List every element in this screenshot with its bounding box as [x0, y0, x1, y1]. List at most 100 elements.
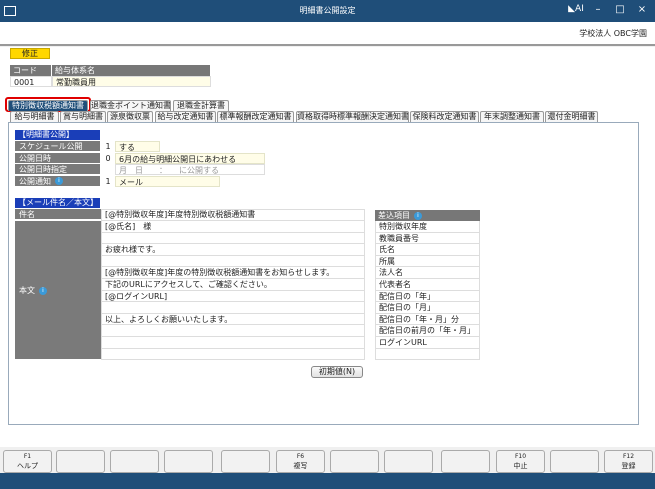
body-line-10[interactable]	[101, 337, 365, 349]
info-icon[interactable]: i	[39, 286, 47, 295]
fkey-number: F1	[23, 453, 32, 460]
insert-item-9[interactable]: 配信日の前月の「年・月」	[375, 325, 480, 337]
body-line-4[interactable]: [@特別徴収年度]年度の特別徴収税額通知書をお知らせします。	[101, 267, 365, 279]
fkey-number	[57, 452, 104, 461]
fkey-number	[165, 452, 212, 461]
publish-label-1: 公開日時	[15, 152, 100, 164]
fkey-11[interactable]	[550, 450, 599, 473]
insert-item-7[interactable]: 配信日の「月」	[375, 302, 480, 314]
insert-item-5[interactable]: 代表者名	[375, 279, 480, 291]
publish-section-header: 【明細書公開】	[15, 130, 100, 140]
publish-code-3[interactable]: 1	[101, 176, 115, 187]
fkey-number	[331, 452, 378, 461]
fkey-5[interactable]	[221, 450, 270, 473]
subject-input[interactable]: [@特別徴収年度]年度特別徴収税額通知書	[101, 209, 365, 221]
fkey-number: F12	[622, 453, 635, 460]
fkey-number	[222, 452, 269, 461]
info-icon[interactable]: i	[414, 211, 422, 220]
window-title: 明細書公開設定	[299, 6, 356, 15]
publish-value-3[interactable]: メール	[115, 175, 220, 187]
publish-code-2[interactable]	[101, 164, 115, 175]
fkey-number: F6	[296, 453, 305, 460]
label-text: 公開通知	[19, 176, 51, 186]
reset-default-button[interactable]: 初期値(N)	[311, 366, 363, 378]
insert-item-8[interactable]: 配信日の「年・月」分	[375, 313, 480, 326]
tab-row2-0[interactable]: 給与明細書	[10, 111, 59, 122]
insert-item-0[interactable]: 特別徴収年度	[375, 221, 480, 233]
fkey-6[interactable]: F6 複写	[276, 450, 325, 473]
insert-item-10[interactable]: ログインURL	[375, 337, 480, 349]
insert-item-2[interactable]: 氏名	[375, 244, 480, 256]
body-line-8[interactable]: 以上、よろしくお願いいたします。	[101, 313, 365, 326]
publish-label-2: 公開日時指定	[15, 164, 100, 175]
fkey-number	[442, 452, 489, 461]
tab-row2-1[interactable]: 賞与明細書	[60, 111, 106, 122]
tab-row2-7[interactable]: 年末調整通知書	[480, 111, 544, 122]
insert-item-4[interactable]: 法人名	[375, 267, 480, 279]
status-bar	[0, 473, 655, 489]
insert-item-6[interactable]: 配信日の「年」	[375, 290, 480, 303]
insert-item-11[interactable]	[375, 348, 480, 361]
body-line-3[interactable]	[101, 255, 365, 268]
maximize-button[interactable]: □	[612, 4, 628, 15]
fkey-2[interactable]	[56, 450, 105, 473]
body-line-2[interactable]: お疲れ様です。	[101, 244, 365, 256]
tab-row1-0[interactable]: 特別徴収税額通知書	[8, 100, 88, 111]
fkey-1[interactable]: F1 ヘルプ	[3, 450, 52, 473]
publish-value-1[interactable]: 6月の給与明細公開日にあわせる	[115, 152, 265, 164]
body-line-6[interactable]: [@ログインURL]	[101, 290, 365, 303]
fkey-12[interactable]: F12 登録	[604, 450, 653, 473]
info-icon[interactable]: i	[55, 177, 63, 185]
publish-code-1[interactable]: 0	[101, 153, 115, 164]
tab-row2-6[interactable]: 保険料改定通知書	[410, 111, 479, 122]
insert-items-header: 差込項目 i	[375, 210, 480, 221]
publish-value-0[interactable]: する	[115, 141, 160, 152]
tab-row2-5[interactable]: 資格取得時標準報酬決定通知書	[296, 111, 409, 122]
title-bar: 明細書公開設定 ◣AI – □ ×	[0, 0, 655, 22]
fkey-label: 複写	[293, 462, 308, 470]
organization-name: 学校法人 OBC学園	[579, 29, 647, 38]
fkey-number	[551, 452, 598, 461]
body-label: 本文 i	[15, 221, 101, 360]
fkey-9[interactable]	[441, 450, 490, 473]
body-line-5[interactable]: 下記のURLにアクセスして、ご確認ください。	[101, 279, 365, 291]
name-header: 給与体系名	[52, 65, 211, 76]
fkey-4[interactable]	[164, 450, 213, 473]
insert-item-3[interactable]: 所属	[375, 255, 480, 268]
minimize-button[interactable]: –	[590, 4, 606, 15]
close-button[interactable]: ×	[634, 4, 650, 15]
subject-label: 件名	[15, 209, 101, 220]
fkey-label: 中止	[513, 462, 528, 470]
fkey-label: ヘルプ	[17, 462, 38, 470]
publish-code-0[interactable]: 1	[101, 141, 115, 152]
fkey-number: F10	[514, 453, 527, 460]
header: 学校法人 OBC学園	[0, 22, 655, 46]
publish-value-2[interactable]: 月 日 ： に公開する	[115, 164, 265, 175]
fkey-8[interactable]	[384, 450, 433, 473]
tab-row1-2[interactable]: 退職金計算書	[173, 100, 229, 111]
body-line-11[interactable]	[101, 348, 365, 361]
insert-item-1[interactable]: 教職員番号	[375, 232, 480, 245]
fkey-7[interactable]	[330, 450, 379, 473]
tab-row2-4[interactable]: 標準報酬改定通知書	[217, 111, 294, 122]
insert-items-header-text: 差込項目	[378, 211, 410, 220]
tab-row2-3[interactable]: 給与改定通知書	[155, 111, 216, 122]
tab-row2-8[interactable]: 還付金明細書	[545, 111, 598, 122]
body-line-7[interactable]	[101, 302, 365, 314]
body-line-1[interactable]	[101, 232, 365, 245]
ai-logo-icon[interactable]: ◣AI	[568, 4, 584, 14]
fkey-number	[385, 452, 432, 461]
fkey-10[interactable]: F10 中止	[496, 450, 545, 473]
tab-row1-1[interactable]: 退職金ポイント通知書	[90, 100, 171, 111]
publish-label-0: スケジュール公開	[15, 141, 100, 152]
label-text: スケジュール公開	[19, 142, 83, 151]
fkey-3[interactable]	[110, 450, 159, 473]
body-line-9[interactable]	[101, 325, 365, 337]
mode-badge: 修正	[10, 48, 50, 59]
fkey-number	[111, 452, 158, 461]
body-line-0[interactable]: [@氏名] 様	[101, 221, 365, 233]
mail-section-header: 【メール件名／本文】	[15, 198, 100, 208]
tab-row2-2[interactable]: 源泉徴収票	[107, 111, 153, 122]
label-text: 公開日時指定	[19, 165, 67, 174]
publish-label-3: 公開通知 i	[15, 175, 100, 187]
